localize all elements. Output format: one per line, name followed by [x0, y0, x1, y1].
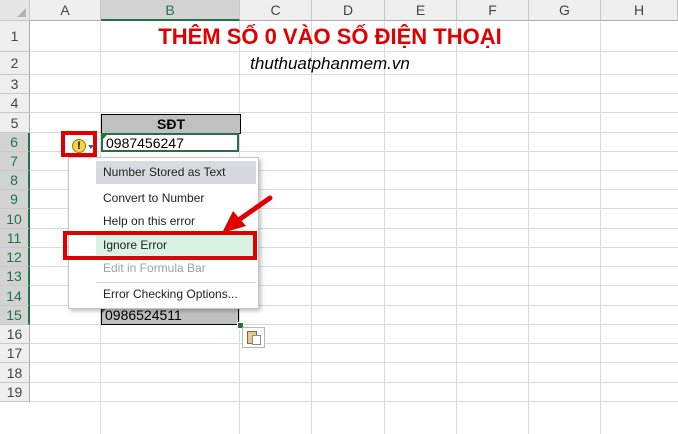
- sheet-subtitle: thuthuatphanmem.vn: [250, 54, 410, 73]
- row-header-12[interactable]: 12: [0, 248, 30, 267]
- cell-b15-value: 0986524511: [105, 307, 182, 323]
- row-header-13[interactable]: 13: [0, 267, 30, 286]
- column-header-h[interactable]: H: [601, 0, 678, 21]
- column-header-f[interactable]: F: [457, 0, 529, 21]
- row-header-15[interactable]: 15: [0, 306, 30, 325]
- row-header-18[interactable]: 18: [0, 363, 30, 383]
- row-header-2[interactable]: 2: [0, 52, 30, 75]
- cell-b6-value: 0987456247: [106, 135, 184, 151]
- row-header-19[interactable]: 19: [0, 383, 30, 402]
- column-header-c[interactable]: C: [240, 0, 312, 21]
- paste-options-icon[interactable]: [242, 327, 265, 348]
- column-header-b[interactable]: B: [101, 0, 240, 21]
- menu-item-edit-in-formula-bar: Edit in Formula Bar: [103, 261, 206, 275]
- menu-item-error-checking-options[interactable]: Error Checking Options...: [96, 283, 256, 306]
- row-header-5[interactable]: 5: [0, 113, 30, 133]
- row-header-9[interactable]: 9: [0, 190, 30, 209]
- menu-item-help-on-error[interactable]: Help on this error: [96, 210, 256, 233]
- menu-heading: Number Stored as Text: [96, 161, 256, 184]
- row-header-7[interactable]: 7: [0, 152, 30, 171]
- select-all-corner[interactable]: [0, 0, 30, 21]
- column-header-e[interactable]: E: [385, 0, 457, 21]
- cell-b6[interactable]: 0987456247: [101, 133, 239, 152]
- column-header-a[interactable]: A: [30, 0, 101, 21]
- row-header-14[interactable]: 14: [0, 286, 30, 306]
- row-header-4[interactable]: 4: [0, 94, 30, 113]
- row-header-1[interactable]: 1: [0, 21, 30, 52]
- row-header-3[interactable]: 3: [0, 75, 30, 94]
- chevron-down-icon: [88, 145, 94, 149]
- column-header-g[interactable]: G: [529, 0, 601, 21]
- row-header-17[interactable]: 17: [0, 344, 30, 363]
- error-indicator-triangle: [102, 134, 108, 140]
- menu-item-convert-to-number[interactable]: Convert to Number: [96, 187, 256, 210]
- row-header-8[interactable]: 8: [0, 171, 30, 190]
- row-header-10[interactable]: 10: [0, 209, 30, 229]
- sheet-title: THÊM SỐ 0 VÀO SỐ ĐIỆN THOẠI: [158, 24, 502, 49]
- document-icon: [252, 335, 261, 345]
- row-header-11[interactable]: 11: [0, 229, 30, 248]
- spreadsheet-grid[interactable]: A B C D E F G H 1 2 3 4 5 6 7 8 9 10 11 …: [0, 0, 678, 434]
- row-header-6[interactable]: 6: [0, 133, 30, 152]
- error-warning-button[interactable]: !: [61, 131, 97, 157]
- warning-icon: !: [72, 139, 86, 153]
- row-header-16[interactable]: 16: [0, 325, 30, 344]
- column-header-d[interactable]: D: [312, 0, 385, 21]
- ignore-error-highlight-box: [63, 231, 257, 260]
- sdt-header-cell[interactable]: SĐT: [101, 114, 241, 134]
